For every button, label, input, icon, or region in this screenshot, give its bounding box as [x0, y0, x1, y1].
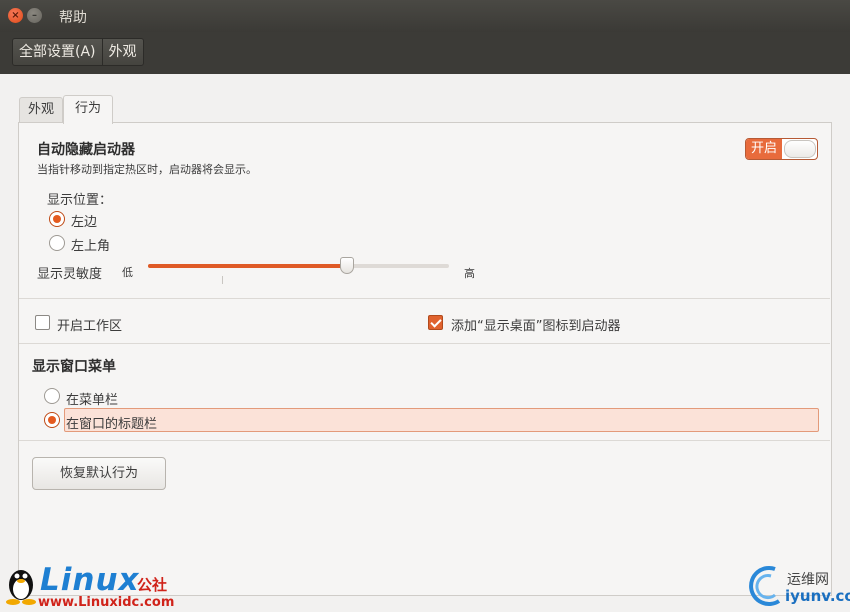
linux-watermark-suffix: 公社 [137, 576, 168, 594]
sensitivity-high-label: 高 [464, 267, 475, 280]
radio-in-menu-bar-label: 在菜单栏 [66, 393, 119, 408]
restore-defaults-button[interactable]: 恢复默认行为 [32, 457, 166, 490]
slider-tick [222, 276, 223, 284]
radio-left[interactable] [49, 211, 65, 227]
radio-top-left-label: 左上角 [71, 239, 111, 254]
all-settings-button[interactable]: 全部设置(A) [13, 39, 102, 65]
sensitivity-label: 显示灵敏度 [37, 267, 103, 282]
toggle-knob [784, 140, 816, 158]
radio-in-menu-bar[interactable] [44, 388, 60, 404]
show-desktop-label: 添加“显示桌面”图标到启动器 [451, 319, 621, 334]
show-desktop-checkbox[interactable] [428, 315, 443, 330]
sensitivity-slider[interactable] [148, 264, 449, 268]
selected-row-highlight[interactable] [64, 408, 819, 432]
radio-top-left[interactable] [49, 235, 65, 251]
window-title: 帮助 [59, 10, 87, 26]
breadcrumb: 全部设置(A) 外观 [12, 38, 144, 66]
minimize-icon[interactable]: – [27, 8, 42, 23]
slider-fill [148, 264, 347, 268]
linux-watermark: Linux [40, 562, 140, 598]
autohide-description: 当指针移动到指定热区时，启动器将会显示。 [37, 163, 257, 176]
autohide-toggle[interactable]: 开启 [745, 138, 818, 160]
separator [19, 343, 830, 344]
behavior-panel [18, 122, 832, 596]
close-icon[interactable]: × [8, 8, 23, 23]
title-bar: × – 帮助 [0, 0, 850, 32]
radio-in-title-bar[interactable] [44, 412, 60, 428]
workspaces-label: 开启工作区 [57, 319, 123, 334]
separator [19, 440, 830, 441]
sensitivity-low-label: 低 [122, 266, 133, 279]
window-menu-title: 显示窗口菜单 [32, 359, 116, 375]
iyunv-watermark-cn: 运维网 [787, 572, 829, 588]
radio-in-title-bar-label: 在窗口的标题栏 [66, 417, 158, 432]
slider-handle[interactable] [339, 257, 354, 274]
appearance-breadcrumb[interactable]: 外观 [101, 39, 143, 65]
separator [19, 298, 830, 299]
iyunv-logo-icon [749, 566, 781, 606]
autohide-title: 自动隐藏启动器 [37, 142, 135, 158]
workspaces-checkbox[interactable] [35, 315, 50, 330]
radio-left-label: 左边 [71, 215, 98, 230]
tab-appearance[interactable]: 外观 [19, 97, 63, 122]
reveal-location-label: 显示位置： [47, 193, 113, 208]
linuxidc-url-watermark: www.Linuxidc.com [38, 595, 175, 610]
iyunv-watermark-en: iyunv.com [785, 587, 850, 605]
tab-behavior[interactable]: 行为 [63, 95, 113, 124]
toggle-on-label: 开启 [746, 139, 782, 159]
menu-bar: 全部设置(A) 外观 [0, 32, 850, 74]
